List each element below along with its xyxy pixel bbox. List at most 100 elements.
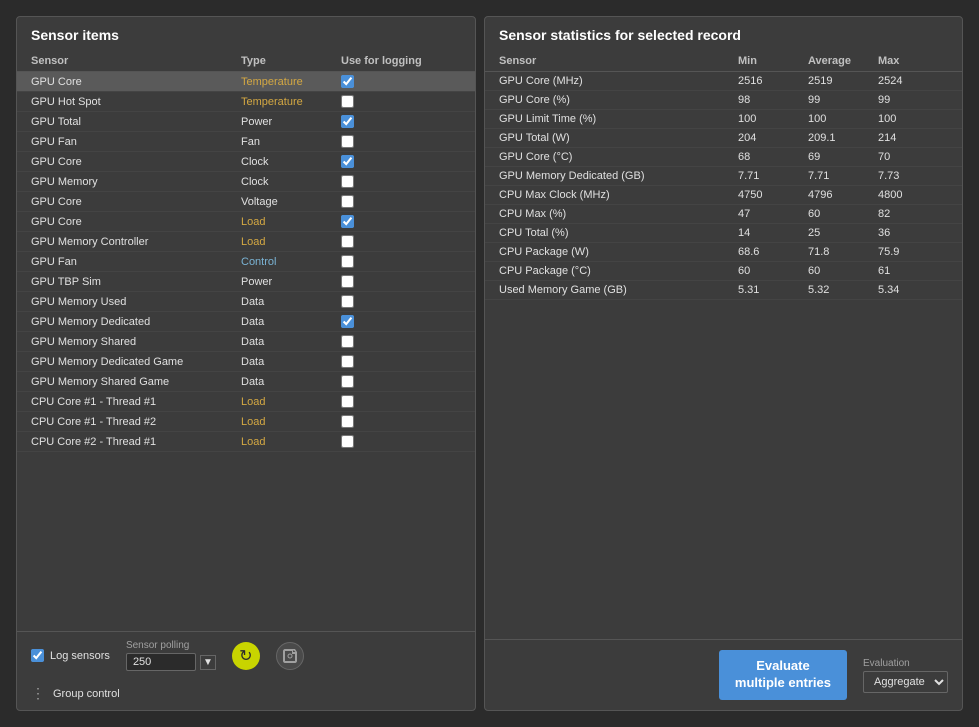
log-checkbox-cell[interactable]	[341, 235, 441, 248]
col-scroll-placeholder	[441, 55, 461, 67]
stats-table-scroll[interactable]: GPU Core (MHz) 2516 2519 2524 GPU Core (…	[485, 72, 962, 639]
table-row[interactable]: GPU Memory Dedicated Data	[17, 312, 475, 332]
polling-input[interactable]	[126, 653, 196, 671]
log-checkbox-cell[interactable]	[341, 155, 441, 168]
log-checkbox-cell[interactable]	[341, 255, 441, 268]
sensor-name: GPU Memory Dedicated	[31, 316, 241, 328]
table-row[interactable]: GPU TBP Sim Power	[17, 272, 475, 292]
table-row[interactable]: CPU Core #2 - Thread #1 Load	[17, 432, 475, 452]
log-checkbox-cell[interactable]	[341, 195, 441, 208]
log-checkbox[interactable]	[341, 135, 354, 148]
log-checkbox-cell[interactable]	[341, 175, 441, 188]
table-row[interactable]: GPU Memory Dedicated Game Data	[17, 352, 475, 372]
log-checkbox-cell[interactable]	[341, 75, 441, 88]
stats-max: 75.9	[878, 246, 948, 258]
col-type: Type	[241, 55, 341, 67]
log-checkbox[interactable]	[341, 395, 354, 408]
refresh-button[interactable]: ↻	[232, 642, 260, 670]
stats-table-row[interactable]: GPU Limit Time (%) 100 100 100	[485, 110, 962, 129]
sensor-type: Data	[241, 316, 341, 328]
stats-max: 61	[878, 265, 948, 277]
table-row[interactable]: GPU Fan Control	[17, 252, 475, 272]
table-row[interactable]: GPU Memory Clock	[17, 172, 475, 192]
stats-table-row[interactable]: GPU Memory Dedicated (GB) 7.71 7.71 7.73	[485, 167, 962, 186]
sensor-polling-label: Sensor polling	[126, 640, 189, 651]
stats-max: 99	[878, 94, 948, 106]
log-checkbox[interactable]	[341, 375, 354, 388]
right-col-min: Min	[738, 55, 808, 67]
table-row[interactable]: GPU Core Clock	[17, 152, 475, 172]
table-row[interactable]: GPU Core Voltage	[17, 192, 475, 212]
log-checkbox[interactable]	[341, 215, 354, 228]
table-row[interactable]: CPU Core #1 - Thread #2 Load	[17, 412, 475, 432]
evaluation-select-row: Aggregate Min Max Average	[863, 671, 948, 693]
log-checkbox[interactable]	[341, 75, 354, 88]
log-checkbox[interactable]	[341, 275, 354, 288]
stats-table-row[interactable]: GPU Total (W) 204 209.1 214	[485, 129, 962, 148]
table-row[interactable]: GPU Memory Controller Load	[17, 232, 475, 252]
table-row[interactable]: GPU Core Temperature	[17, 72, 475, 92]
table-row[interactable]: CPU Core #1 - Thread #1 Load	[17, 392, 475, 412]
sensor-name: GPU Memory Shared Game	[31, 376, 241, 388]
stats-table-row[interactable]: CPU Total (%) 14 25 36	[485, 224, 962, 243]
sensor-table-scroll[interactable]: GPU Core Temperature GPU Hot Spot Temper…	[17, 72, 475, 631]
right-col-average: Average	[808, 55, 878, 67]
sensor-type: Temperature	[241, 96, 341, 108]
table-row[interactable]: GPU Total Power	[17, 112, 475, 132]
save-button[interactable]	[276, 642, 304, 670]
table-row[interactable]: GPU Memory Shared Data	[17, 332, 475, 352]
log-checkbox[interactable]	[341, 435, 354, 448]
log-checkbox-cell[interactable]	[341, 415, 441, 428]
sensor-name: GPU Memory Shared	[31, 336, 241, 348]
log-sensors-label[interactable]: Log sensors	[50, 650, 110, 662]
log-checkbox[interactable]	[341, 235, 354, 248]
evaluate-button[interactable]: Evaluatemultiple entries	[719, 650, 847, 700]
sensor-type: Temperature	[241, 76, 341, 88]
log-checkbox-cell[interactable]	[341, 135, 441, 148]
log-checkbox-cell[interactable]	[341, 295, 441, 308]
log-checkbox-cell[interactable]	[341, 275, 441, 288]
right-col-sensor: Sensor	[499, 55, 738, 67]
log-checkbox[interactable]	[341, 95, 354, 108]
log-checkbox-cell[interactable]	[341, 395, 441, 408]
stats-table-row[interactable]: GPU Core (MHz) 2516 2519 2524	[485, 72, 962, 91]
log-checkbox[interactable]	[341, 335, 354, 348]
log-checkbox-cell[interactable]	[341, 335, 441, 348]
stats-table-row[interactable]: CPU Max (%) 47 60 82	[485, 205, 962, 224]
log-checkbox-cell[interactable]	[341, 215, 441, 228]
log-checkbox-cell[interactable]	[341, 375, 441, 388]
log-checkbox[interactable]	[341, 195, 354, 208]
stats-table-row[interactable]: CPU Max Clock (MHz) 4750 4796 4800	[485, 186, 962, 205]
stats-average: 71.8	[808, 246, 878, 258]
log-checkbox[interactable]	[341, 355, 354, 368]
table-row[interactable]: GPU Memory Used Data	[17, 292, 475, 312]
group-control-dots-icon[interactable]: ⋮	[31, 685, 45, 702]
log-checkbox[interactable]	[341, 315, 354, 328]
table-row[interactable]: GPU Memory Shared Game Data	[17, 372, 475, 392]
log-checkbox[interactable]	[341, 295, 354, 308]
evaluation-select[interactable]: Aggregate Min Max Average	[863, 671, 948, 693]
log-checkbox[interactable]	[341, 415, 354, 428]
log-checkbox[interactable]	[341, 155, 354, 168]
save-icon	[282, 648, 298, 664]
stats-table-row[interactable]: CPU Package (W) 68.6 71.8 75.9	[485, 243, 962, 262]
log-checkbox[interactable]	[341, 115, 354, 128]
log-checkbox-cell[interactable]	[341, 95, 441, 108]
log-checkbox[interactable]	[341, 255, 354, 268]
stats-table-row[interactable]: CPU Package (°C) 60 60 61	[485, 262, 962, 281]
table-row[interactable]: GPU Hot Spot Temperature	[17, 92, 475, 112]
sensor-polling-group: Sensor polling ▼	[126, 640, 216, 671]
log-checkbox-cell[interactable]	[341, 315, 441, 328]
sensor-name: CPU Core #2 - Thread #1	[31, 436, 241, 448]
table-row[interactable]: GPU Fan Fan	[17, 132, 475, 152]
log-checkbox-cell[interactable]	[341, 435, 441, 448]
stats-table-row[interactable]: Used Memory Game (GB) 5.31 5.32 5.34	[485, 281, 962, 300]
log-checkbox-cell[interactable]	[341, 115, 441, 128]
stats-table-row[interactable]: GPU Core (°C) 68 69 70	[485, 148, 962, 167]
polling-dropdown-arrow[interactable]: ▼	[200, 655, 216, 670]
table-row[interactable]: GPU Core Load	[17, 212, 475, 232]
stats-table-row[interactable]: GPU Core (%) 98 99 99	[485, 91, 962, 110]
log-checkbox[interactable]	[341, 175, 354, 188]
log-checkbox-cell[interactable]	[341, 355, 441, 368]
log-sensors-checkbox[interactable]	[31, 649, 44, 662]
